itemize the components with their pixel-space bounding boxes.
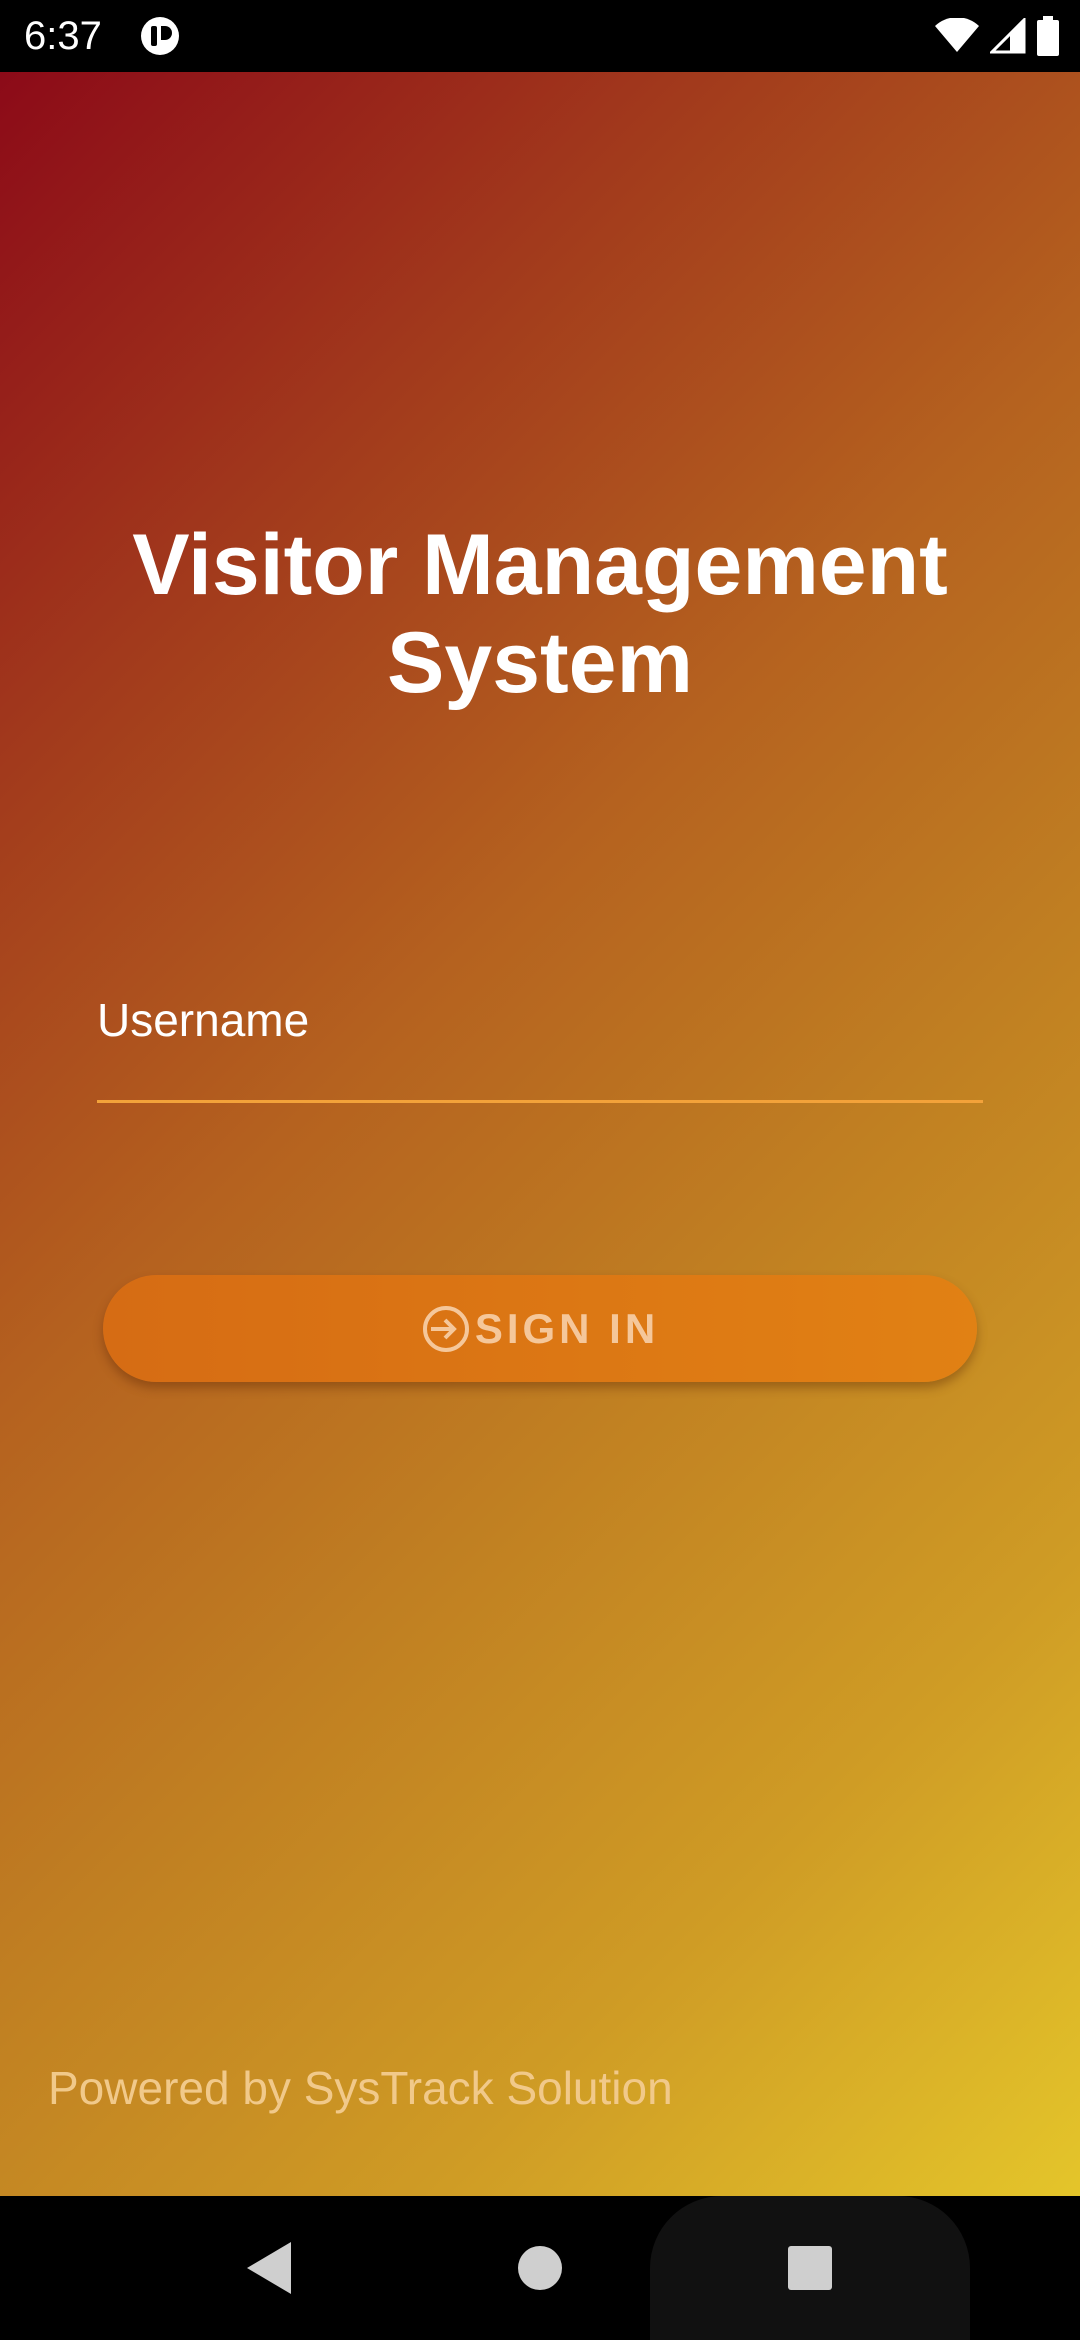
recents-square-icon [788,2246,832,2290]
username-field[interactable]: Username [97,992,987,1104]
cell-signal-icon [990,18,1026,54]
back-triangle-icon [247,2242,291,2294]
navigation-bar [0,2196,1080,2340]
screen: 6:37 Visitor Management System Username … [0,0,1080,2340]
sign-in-label: SIGN IN [474,1304,660,1352]
home-circle-icon [518,2246,562,2290]
app-notification-icon [141,17,179,55]
wifi-icon [935,18,979,52]
app-title-text: Visitor Management System [132,517,948,711]
recents-button[interactable] [760,2196,860,2340]
status-bar: 6:37 [0,0,1080,72]
app-title: Visitor Management System [0,516,1080,712]
login-screen: Visitor Management System Username SIGN … [0,72,1080,2196]
sign-in-button[interactable]: SIGN IN [103,1275,977,1382]
login-arrow-icon [422,1305,469,1352]
status-icons [934,16,1060,56]
username-input[interactable] [97,992,987,1094]
powered-by-text: Powered by SysTrack Solution [48,2062,673,2114]
battery-icon [1037,16,1059,56]
username-underline [97,1100,983,1103]
status-time: 6:37 [24,14,102,58]
home-button[interactable] [490,2196,590,2340]
back-button[interactable] [220,2196,320,2340]
